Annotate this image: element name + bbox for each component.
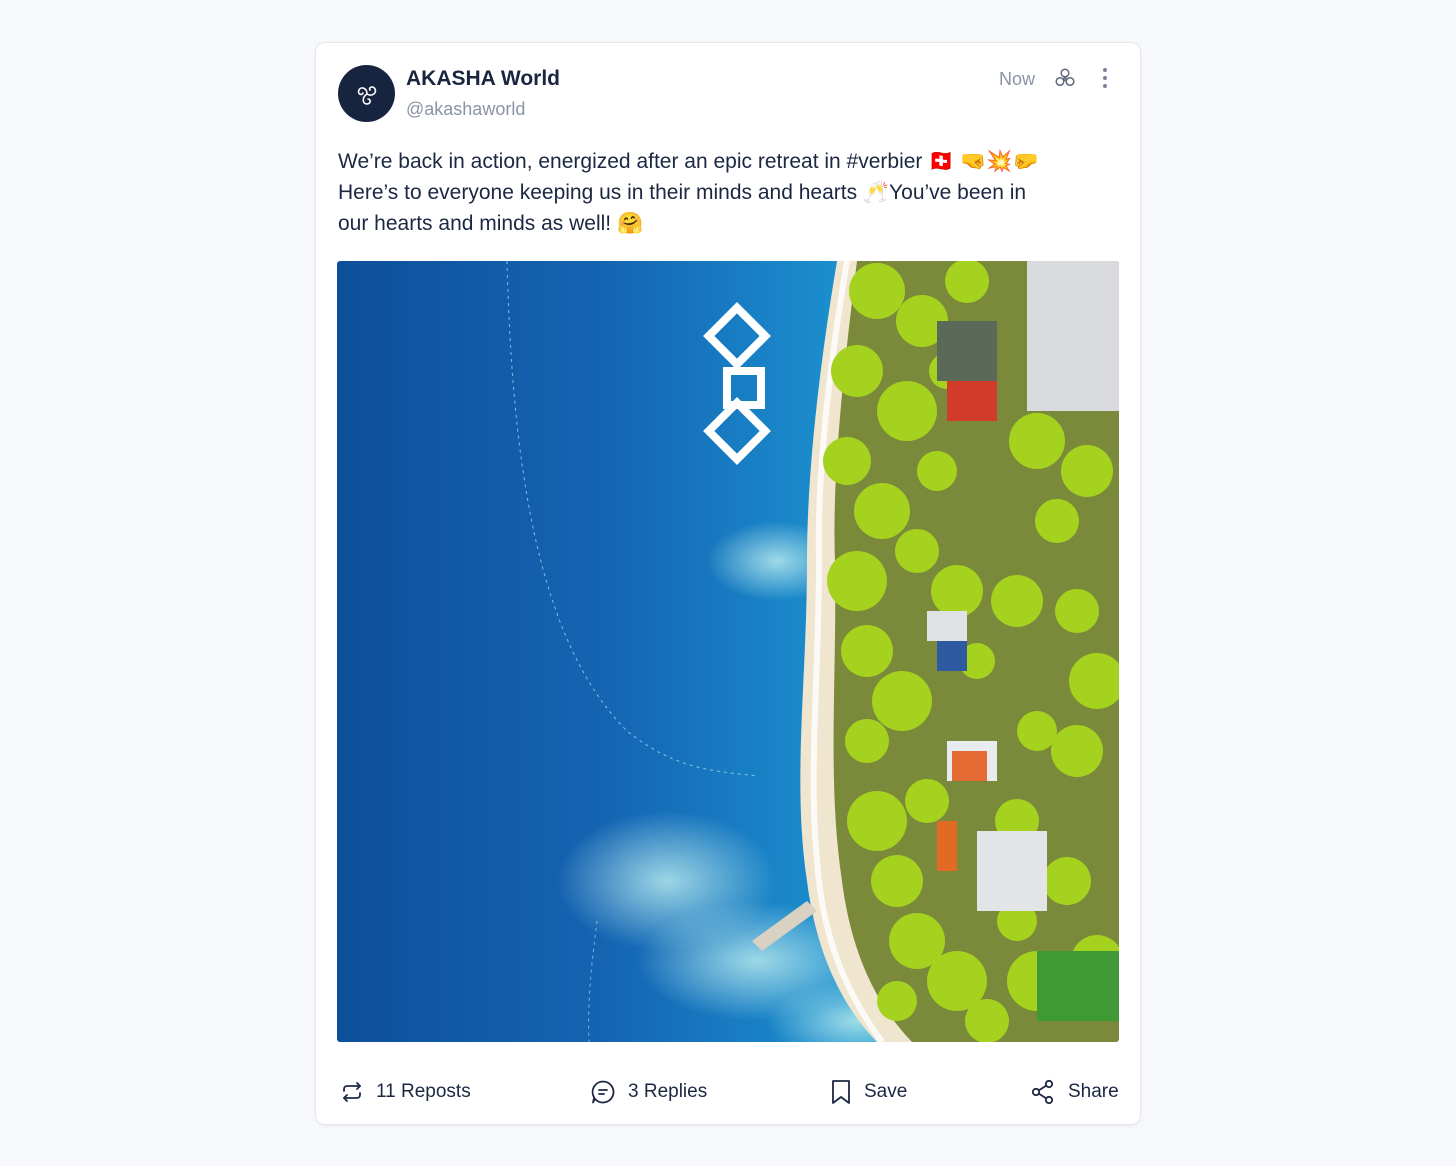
save-label: Save bbox=[864, 1081, 908, 1102]
triskelion-network-icon bbox=[1055, 68, 1075, 87]
share-button[interactable]: Share bbox=[1030, 1073, 1119, 1111]
post-text-line: We’re back in action, energized after an… bbox=[338, 150, 1039, 173]
post-text-line: Here’s to everyone keeping us in their m… bbox=[338, 181, 1027, 204]
reply-bubble-icon bbox=[591, 1080, 615, 1104]
bookmark-icon bbox=[832, 1080, 850, 1104]
post-image[interactable] bbox=[337, 261, 1119, 1042]
share-icon bbox=[1031, 1079, 1054, 1105]
replies-count: 3 Replies bbox=[628, 1081, 708, 1102]
post-text-line: our hearts and minds as well! 🤗 bbox=[338, 212, 644, 235]
post-card: AKASHA World @akashaworld Now We’re back… bbox=[315, 42, 1141, 1125]
reply-button[interactable]: 3 Replies bbox=[590, 1073, 707, 1111]
author-name[interactable]: AKASHA World bbox=[406, 67, 560, 91]
author-handle[interactable]: @akashaworld bbox=[406, 99, 525, 120]
more-vertical-icon[interactable] bbox=[1094, 65, 1116, 91]
post-actions: 11 Reposts 3 Replies Save Share bbox=[316, 1073, 1142, 1113]
reposts-count: 11 Reposts bbox=[376, 1081, 471, 1102]
post-timestamp: Now bbox=[999, 69, 1036, 89]
triskelion-logo-icon bbox=[357, 85, 376, 105]
save-button[interactable]: Save bbox=[830, 1073, 907, 1111]
repost-button[interactable]: 11 Reposts bbox=[340, 1073, 471, 1111]
avatar[interactable] bbox=[338, 65, 395, 122]
aerial-beach-photo bbox=[337, 261, 1119, 1042]
repost-icon bbox=[343, 1082, 361, 1102]
post-body: We’re back in action, energized after an… bbox=[338, 146, 1120, 239]
share-label: Share bbox=[1068, 1081, 1119, 1102]
